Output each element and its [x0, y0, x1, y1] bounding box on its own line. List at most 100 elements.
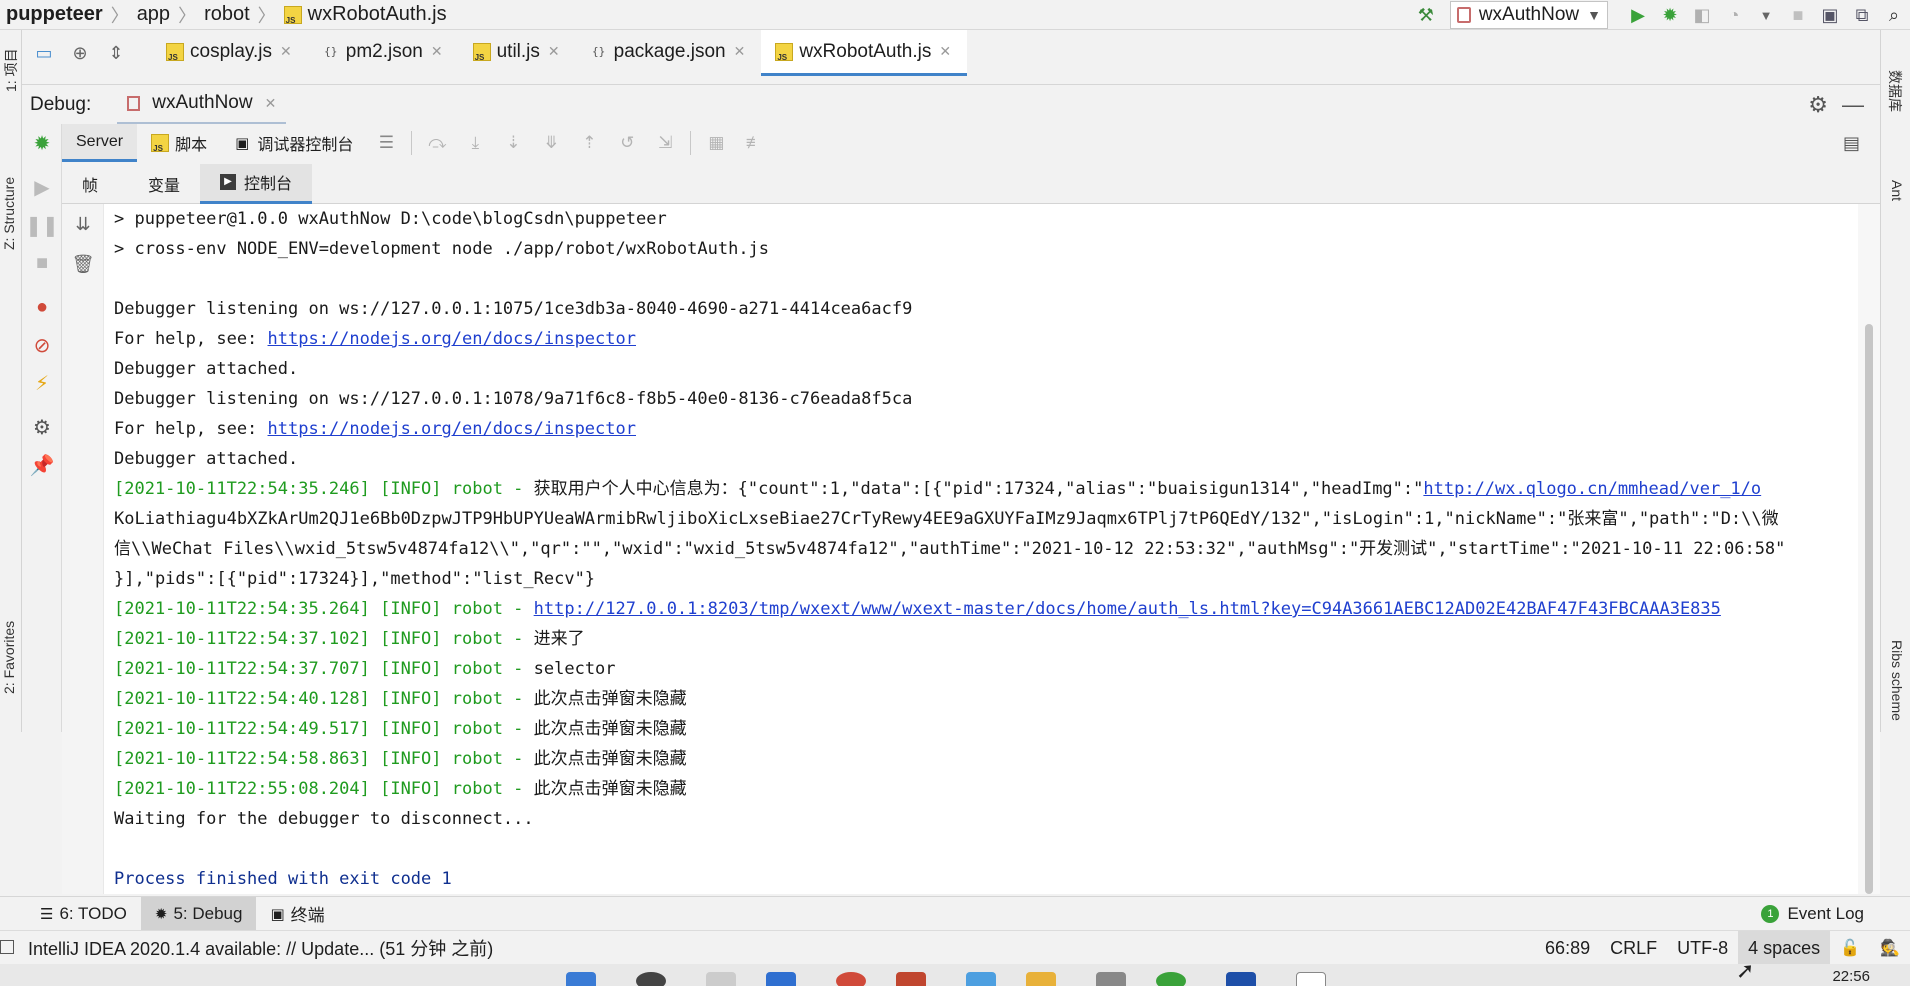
run-play-icon[interactable]: ▶ — [1622, 0, 1654, 30]
project-structure-icon[interactable]: ▣ — [1814, 0, 1846, 30]
run-toolbar: ⚒ wxAuthNow ▼ ▶ ✹ ◧ ◔ ▼ ■ ▣ ⧉ ⌕ — [1410, 0, 1910, 30]
settings-icon[interactable]: ⚙ — [22, 408, 62, 446]
status-message[interactable]: IntelliJ IDEA 2020.1.4 available: // Upd… — [0, 935, 493, 961]
breadcrumb-robot[interactable]: 〉 robot — [170, 0, 250, 30]
step-out-icon[interactable]: ⇡ — [570, 124, 608, 162]
app-icon[interactable] — [766, 972, 796, 986]
tab-wxrobotauth-js[interactable]: wxRobotAuth.js ✕ — [761, 30, 968, 76]
more-dropdown-icon[interactable]: ▼ — [1750, 0, 1782, 30]
build-hammer-icon[interactable]: ⚒ — [1410, 0, 1442, 30]
tab-pm2-json[interactable]: {} pm2.json ✕ — [308, 30, 459, 76]
terminal-tool-button[interactable]: ▣ 终端 — [256, 897, 338, 931]
mute-breakpoints-icon[interactable]: ⊘ — [22, 326, 62, 364]
tab-script[interactable]: 脚本 — [137, 124, 221, 162]
locate-file-icon[interactable]: ⊕ — [64, 38, 96, 68]
evaluate-expression-icon[interactable]: ▦ — [697, 124, 735, 162]
clear-all-trash-icon[interactable]: 🗑 — [62, 244, 104, 284]
caret-position[interactable]: 66:89 — [1535, 931, 1600, 965]
breadcrumb-project[interactable]: puppeteer — [0, 0, 103, 30]
ant-tool-button[interactable]: Ant — [1889, 180, 1905, 201]
console-link[interactable]: http://wx.qlogo.cn/mmhead/ver_1/o — [1423, 479, 1761, 499]
ribs-scheme-tool-button[interactable]: Ribs scheme — [1889, 640, 1905, 721]
console-text: Debugger attached. — [114, 359, 299, 379]
layout-menu-icon[interactable]: ☰ — [367, 124, 405, 162]
resume-icon[interactable]: ▶ — [22, 168, 62, 206]
tab-debugger-console[interactable]: ▣ 调试器控制台 — [221, 124, 367, 162]
app-icon[interactable] — [1226, 972, 1256, 986]
app-icon[interactable] — [966, 972, 996, 986]
debug-tool-button[interactable]: ✹ 5: Debug — [140, 896, 257, 931]
file-encoding[interactable]: UTF-8 — [1667, 931, 1738, 965]
event-log-button[interactable]: 1 Event Log — [1761, 904, 1864, 924]
project-view-select-icon[interactable]: ▭ — [28, 38, 60, 68]
profile-icon[interactable]: ◔ — [1718, 0, 1750, 30]
collapse-all-icon[interactable]: ⇕ — [100, 38, 132, 68]
taskview-icon[interactable] — [706, 972, 736, 986]
run-to-cursor-icon[interactable]: ⇲ — [646, 124, 684, 162]
inspector-icon[interactable]: 🕵 — [1870, 938, 1910, 958]
todo-tool-button[interactable]: ☰ 6: TODO — [26, 897, 141, 931]
debug-session-tab[interactable]: wxAuthNow ✕ — [117, 85, 287, 125]
run-configuration-select[interactable]: wxAuthNow ▼ — [1449, 1, 1608, 29]
step-into-icon[interactable]: ⇣ — [494, 124, 532, 162]
tab-frames[interactable]: 帧 — [62, 164, 118, 204]
app-icon[interactable] — [836, 972, 866, 986]
project-tool-button[interactable]: 1: 项目 — [1, 48, 21, 92]
step-over-icon[interactable]: ⤓ — [456, 124, 494, 162]
app-icon[interactable] — [1296, 972, 1326, 986]
pause-icon[interactable]: ❚❚ — [22, 206, 62, 244]
tab-package-json[interactable]: {} package.json ✕ — [576, 30, 762, 76]
stop-icon[interactable]: ■ — [22, 244, 62, 282]
close-icon[interactable]: ✕ — [939, 43, 951, 60]
close-icon[interactable]: ✕ — [280, 43, 292, 60]
view-breakpoints-icon[interactable]: ● — [22, 288, 62, 326]
debug-bug-icon[interactable]: ✹ — [1654, 0, 1686, 30]
breadcrumb-file[interactable]: 〉 wxRobotAuth.js — [250, 0, 447, 30]
close-icon[interactable]: ✕ — [265, 95, 277, 112]
tab-util-js[interactable]: util.js ✕ — [459, 30, 576, 76]
console-scrollbar[interactable] — [1858, 204, 1880, 894]
app-icon[interactable] — [896, 972, 926, 986]
gear-icon[interactable]: ⚙ — [1808, 92, 1828, 118]
line-separator[interactable]: CRLF — [1600, 931, 1667, 965]
minimize-icon[interactable]: — — [1842, 92, 1864, 118]
trace-icon[interactable]: ≢ — [735, 124, 773, 162]
start-icon[interactable] — [566, 972, 596, 986]
close-icon[interactable]: ✕ — [431, 43, 443, 60]
scroll-to-end-icon[interactable]: ⇊ — [62, 204, 104, 244]
search-icon[interactable] — [636, 972, 666, 986]
coverage-icon[interactable]: ◧ — [1686, 0, 1718, 30]
tab-variables[interactable]: 变量 — [118, 164, 200, 204]
app-icon[interactable] — [1026, 972, 1056, 986]
breadcrumb-app[interactable]: 〉 app — [103, 0, 170, 30]
console-output[interactable]: > puppeteer@1.0.0 wxAuthNow D:\code\blog… — [104, 204, 1858, 894]
left-tool-stripe: 1: 项目 Z: Structure 2: Favorites — [0, 30, 22, 732]
favorites-tool-button[interactable]: 2: Favorites — [1, 621, 17, 694]
tab-cosplay-js[interactable]: cosplay.js ✕ — [152, 30, 308, 76]
tab-server[interactable]: Server — [62, 124, 138, 162]
stop-icon[interactable]: ■ — [1782, 0, 1814, 30]
pin-icon[interactable]: 📌 — [22, 446, 62, 484]
database-tool-button[interactable]: 数据库 — [1885, 70, 1905, 112]
show-execution-point-icon[interactable]: ⤼ — [418, 124, 456, 162]
layout-settings-icon[interactable]: ▤ — [1843, 133, 1860, 154]
drop-frame-icon[interactable]: ↺ — [608, 124, 646, 162]
tab-console[interactable]: ▶ 控制台 — [200, 163, 313, 204]
console-link[interactable]: http://127.0.0.1:8203/tmp/wxext/www/wxex… — [534, 599, 1721, 619]
rerun-debug-icon[interactable]: ✹ — [22, 124, 62, 162]
close-icon[interactable]: ✕ — [548, 43, 560, 60]
search-icon[interactable]: ⌕ — [1878, 0, 1910, 30]
lightning-icon[interactable]: ⚡ — [22, 364, 62, 402]
force-step-into-icon[interactable]: ⤋ — [532, 124, 570, 162]
lock-icon[interactable]: 🔓 — [1830, 938, 1870, 958]
app-icon[interactable] — [1156, 972, 1186, 986]
breadcrumb-label: puppeteer — [6, 3, 103, 25]
app-icon[interactable] — [1096, 972, 1126, 986]
scrollbar-thumb[interactable] — [1865, 324, 1873, 894]
presentation-icon[interactable]: ⧉ — [1846, 0, 1878, 30]
console-link[interactable]: https://nodejs.org/en/docs/inspector — [268, 329, 636, 349]
structure-tool-button[interactable]: Z: Structure — [1, 177, 17, 250]
toggle-tool-windows-icon[interactable] — [0, 940, 14, 954]
close-icon[interactable]: ✕ — [734, 43, 746, 60]
console-link[interactable]: https://nodejs.org/en/docs/inspector — [268, 419, 636, 439]
